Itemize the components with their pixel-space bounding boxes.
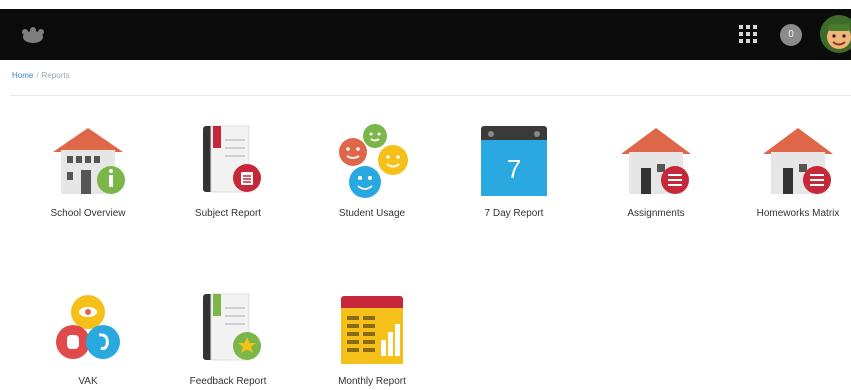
breadcrumb-separator: / bbox=[36, 71, 39, 80]
vak-senses-icon bbox=[56, 295, 120, 359]
report-tile-subject-report[interactable]: Subject Report bbox=[168, 122, 288, 219]
report-tile-student-usage[interactable]: Student Usage bbox=[312, 122, 432, 219]
breadcrumb-current: Reports bbox=[41, 71, 70, 80]
breadcrumb-home-link[interactable]: Home bbox=[12, 71, 33, 80]
brand-logo-icon[interactable] bbox=[16, 24, 50, 46]
report-label: 7 Day Report bbox=[484, 208, 544, 219]
report-label: School Overview bbox=[50, 208, 126, 219]
report-tile-homeworks-matrix[interactable]: Homeworks Matrix bbox=[738, 122, 851, 219]
house-list-icon bbox=[621, 128, 691, 194]
report-label: Feedback Report bbox=[189, 376, 267, 387]
top-white-strip bbox=[0, 0, 851, 9]
report-label: Homeworks Matrix bbox=[756, 208, 840, 219]
calendar-7-icon: 7 bbox=[481, 126, 547, 196]
school-info-icon bbox=[53, 128, 125, 194]
report-tile-assignments[interactable]: Assignments bbox=[596, 122, 716, 219]
report-tile-monthly-report[interactable]: Monthly Report bbox=[312, 290, 432, 387]
calendar-number: 7 bbox=[507, 154, 521, 184]
notification-badge[interactable]: 0 bbox=[780, 24, 802, 46]
monthly-calendar-chart-icon bbox=[341, 296, 403, 364]
breadcrumb: Home / Reports bbox=[12, 71, 70, 80]
report-label: Student Usage bbox=[338, 208, 406, 219]
report-tile-vak[interactable]: VAK bbox=[28, 290, 148, 387]
user-avatar[interactable] bbox=[820, 15, 851, 53]
book-report-icon bbox=[203, 125, 261, 193]
report-label: VAK bbox=[78, 376, 98, 387]
report-label: Assignments bbox=[627, 208, 685, 219]
smiley-faces-icon bbox=[339, 124, 408, 198]
house-matrix-icon bbox=[763, 128, 833, 194]
report-label: Subject Report bbox=[194, 208, 262, 219]
report-label: Monthly Report bbox=[338, 376, 406, 387]
book-star-icon bbox=[203, 293, 261, 361]
apps-grid-icon[interactable] bbox=[738, 24, 758, 44]
report-tile-feedback-report[interactable]: Feedback Report bbox=[168, 290, 288, 387]
top-navbar: 0 bbox=[0, 0, 851, 60]
avatar-face-icon bbox=[820, 15, 851, 53]
report-tile-school-overview[interactable]: School Overview bbox=[28, 122, 148, 219]
header-divider bbox=[10, 95, 851, 96]
report-tile-7-day-report[interactable]: 7 7 Day Report bbox=[454, 122, 574, 219]
